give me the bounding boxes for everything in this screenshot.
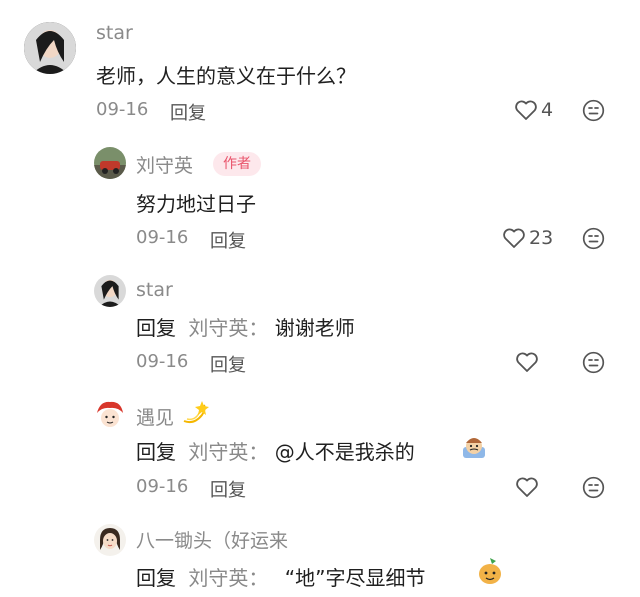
reply-prefix: 回复 — [136, 316, 176, 340]
reply-text: 谢谢老师 — [274, 316, 355, 340]
avatar-image — [94, 275, 126, 307]
reply-button[interactable]: 回复 — [210, 351, 246, 377]
dizzy-star-icon — [180, 399, 210, 431]
reply-author[interactable]: 八一锄头（好运来 — [136, 526, 288, 553]
like-button[interactable] — [502, 227, 526, 249]
reply-line: 回复 刘守英： @人不是我杀的 — [136, 436, 415, 465]
reply-button[interactable]: 回复 — [210, 227, 246, 253]
emoji-face-icon — [582, 476, 605, 499]
reply-text: @人不是我杀的 — [274, 440, 415, 464]
comment-date: 09-16 — [96, 99, 149, 120]
reply-date: 09-16 — [136, 351, 189, 372]
heart-outline-icon — [503, 228, 525, 248]
like-count: 23 — [529, 227, 554, 249]
reply-button[interactable]: 回复 — [170, 99, 206, 125]
reply-prefix: 回复 — [136, 566, 176, 590]
emoji-react-button[interactable] — [582, 476, 605, 499]
reply-date: 09-16 — [136, 227, 189, 248]
reply-date: 09-16 — [136, 476, 189, 497]
heart-outline-icon — [516, 352, 538, 372]
like-count: 4 — [541, 99, 554, 121]
emoji-react-button[interactable] — [582, 351, 605, 374]
avatar[interactable] — [94, 147, 126, 179]
comment-text: 老师，人生的意义在于什么？ — [96, 64, 356, 88]
reply-line: 回复 刘守英： 谢谢老师 — [136, 312, 355, 341]
emoji-react-button[interactable] — [582, 99, 605, 122]
like-button[interactable] — [514, 99, 538, 121]
reply-target[interactable]: 刘守英： — [188, 440, 268, 464]
heart-outline-icon — [515, 100, 537, 120]
avatar-image — [24, 22, 76, 74]
sticker-emoji-icon — [476, 556, 504, 590]
emoji-face-icon — [582, 99, 605, 122]
reply-prefix: 回复 — [136, 440, 176, 464]
reply-text: “地”字尽显细节 — [284, 566, 426, 590]
avatar[interactable] — [24, 22, 76, 74]
emoji-face-icon — [582, 227, 605, 250]
avatar[interactable] — [94, 399, 126, 431]
reply-author[interactable]: 遇见 — [136, 403, 174, 430]
avatar[interactable] — [94, 524, 126, 556]
comment-author[interactable]: star — [96, 22, 133, 44]
avatar-image — [94, 147, 126, 179]
like-button[interactable] — [515, 351, 539, 373]
dizzy-star-icon — [183, 401, 209, 424]
reply-author[interactable]: star — [136, 279, 173, 301]
avatar-image — [94, 524, 126, 556]
author-badge: 作者 — [213, 152, 261, 176]
reply-target[interactable]: 刘守英： — [188, 316, 268, 340]
avatar-image — [94, 399, 126, 431]
reply-button[interactable]: 回复 — [210, 476, 246, 502]
like-button[interactable] — [515, 476, 539, 498]
reply-line: 回复 刘守英： “地”字尽显细节 — [136, 562, 425, 591]
sticker-emoji-icon — [460, 433, 488, 465]
reply-text: 努力地过日子 — [136, 192, 256, 216]
avatar[interactable] — [94, 275, 126, 307]
emoji-face-icon — [582, 351, 605, 374]
sticker-emoji-icon — [479, 558, 501, 584]
emoji-react-button[interactable] — [582, 227, 605, 250]
heart-outline-icon — [516, 477, 538, 497]
reply-target[interactable]: 刘守英： — [188, 566, 268, 590]
sticker-emoji-icon — [463, 438, 485, 458]
reply-author[interactable]: 刘守英 — [136, 151, 193, 178]
